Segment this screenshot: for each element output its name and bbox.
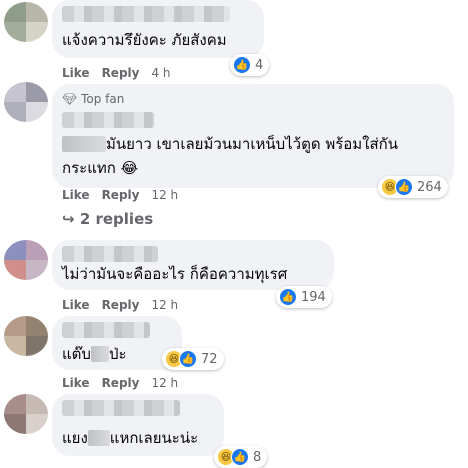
view-replies-link[interactable]: ↪ 2 replies	[62, 210, 153, 228]
diamond-icon: 💎︎	[62, 92, 78, 106]
reaction-summary[interactable]: 👍 194	[276, 286, 332, 308]
timestamp[interactable]: 12 h	[151, 376, 178, 390]
comment-actions: Like Reply 4 h	[62, 66, 183, 80]
like-icon: 👍	[231, 448, 249, 466]
avatar[interactable]	[4, 240, 48, 280]
reply-arrow-icon: ↪	[62, 210, 75, 228]
avatar[interactable]	[4, 2, 48, 42]
reaction-summary[interactable]: 😆 👍 8	[214, 446, 268, 468]
comment-bubble: 💎︎ Top fan มันยาว เขาเลยม้วนมาเหน็บไว้ตู…	[52, 84, 454, 188]
reply-button[interactable]: Reply	[102, 376, 140, 390]
top-fan-badge: 💎︎ Top fan	[62, 92, 125, 106]
timestamp[interactable]: 12 h	[151, 188, 178, 202]
reply-button[interactable]: Reply	[102, 188, 140, 202]
timestamp[interactable]: 4 h	[151, 66, 170, 80]
blurred-text	[87, 430, 110, 446]
reaction-summary[interactable]: 😆 👍 264	[378, 176, 448, 198]
timestamp[interactable]: 12 h	[151, 298, 178, 312]
comment-actions: Like Reply 12 h	[62, 188, 190, 202]
reaction-summary[interactable]: 😆 👍 72	[162, 348, 224, 370]
comment-actions: Like Reply 12 h	[62, 298, 190, 312]
comment-text: แยง แหกเลยนะน่ะ	[62, 429, 199, 447]
reply-button[interactable]: Reply	[102, 298, 140, 312]
like-icon: 👍	[395, 178, 413, 196]
like-icon: 👍	[233, 56, 251, 74]
like-button[interactable]: Like	[62, 298, 90, 312]
reply-button[interactable]: Reply	[102, 66, 140, 80]
blurred-text	[90, 346, 109, 362]
avatar[interactable]	[4, 394, 48, 434]
reaction-count: 8	[253, 449, 262, 465]
comment-text: แจ้งความรึยังคะ ภัยสังคม	[62, 31, 227, 49]
reaction-count: 4	[255, 57, 264, 73]
comment-actions: Like Reply 12 h	[62, 376, 190, 390]
comment-bubble: แจ้งความรึยังคะ ภัยสังคม	[52, 0, 264, 58]
comment-text-line-1: มันยาว เขาเลยม้วนมาเหน็บไว้ตูด พร้อมใส่ก…	[62, 134, 398, 154]
comment-text-line-2: กระแทก 😂	[62, 159, 139, 177]
author-name-blurred[interactable]	[62, 400, 180, 416]
like-icon: 👍	[179, 350, 197, 368]
author-name-blurred[interactable]	[62, 112, 154, 128]
like-button[interactable]: Like	[62, 66, 90, 80]
like-button[interactable]: Like	[62, 188, 90, 202]
blurred-text	[62, 136, 106, 152]
comment-text: ไม่ว่ามันจะคืออะไร ก็คือความทุเรศ	[62, 265, 288, 283]
like-icon: 👍	[279, 288, 297, 306]
reaction-count: 72	[201, 351, 218, 367]
author-name-blurred[interactable]	[62, 246, 158, 262]
reaction-count: 264	[417, 179, 442, 195]
author-name-blurred[interactable]	[62, 322, 150, 338]
avatar[interactable]	[4, 316, 48, 356]
comment-text: แต๊บ ป่ะ	[62, 345, 127, 363]
comment-bubble: แยง แหกเลยนะน่ะ	[52, 394, 224, 456]
comment-bubble: ไม่ว่ามันจะคืออะไร ก็คือความทุเรศ	[52, 240, 334, 290]
like-button[interactable]: Like	[62, 376, 90, 390]
reaction-summary[interactable]: 👍 4	[230, 54, 270, 76]
avatar[interactable]	[4, 82, 48, 122]
author-name-blurred[interactable]	[62, 6, 230, 22]
reaction-count: 194	[301, 289, 326, 305]
